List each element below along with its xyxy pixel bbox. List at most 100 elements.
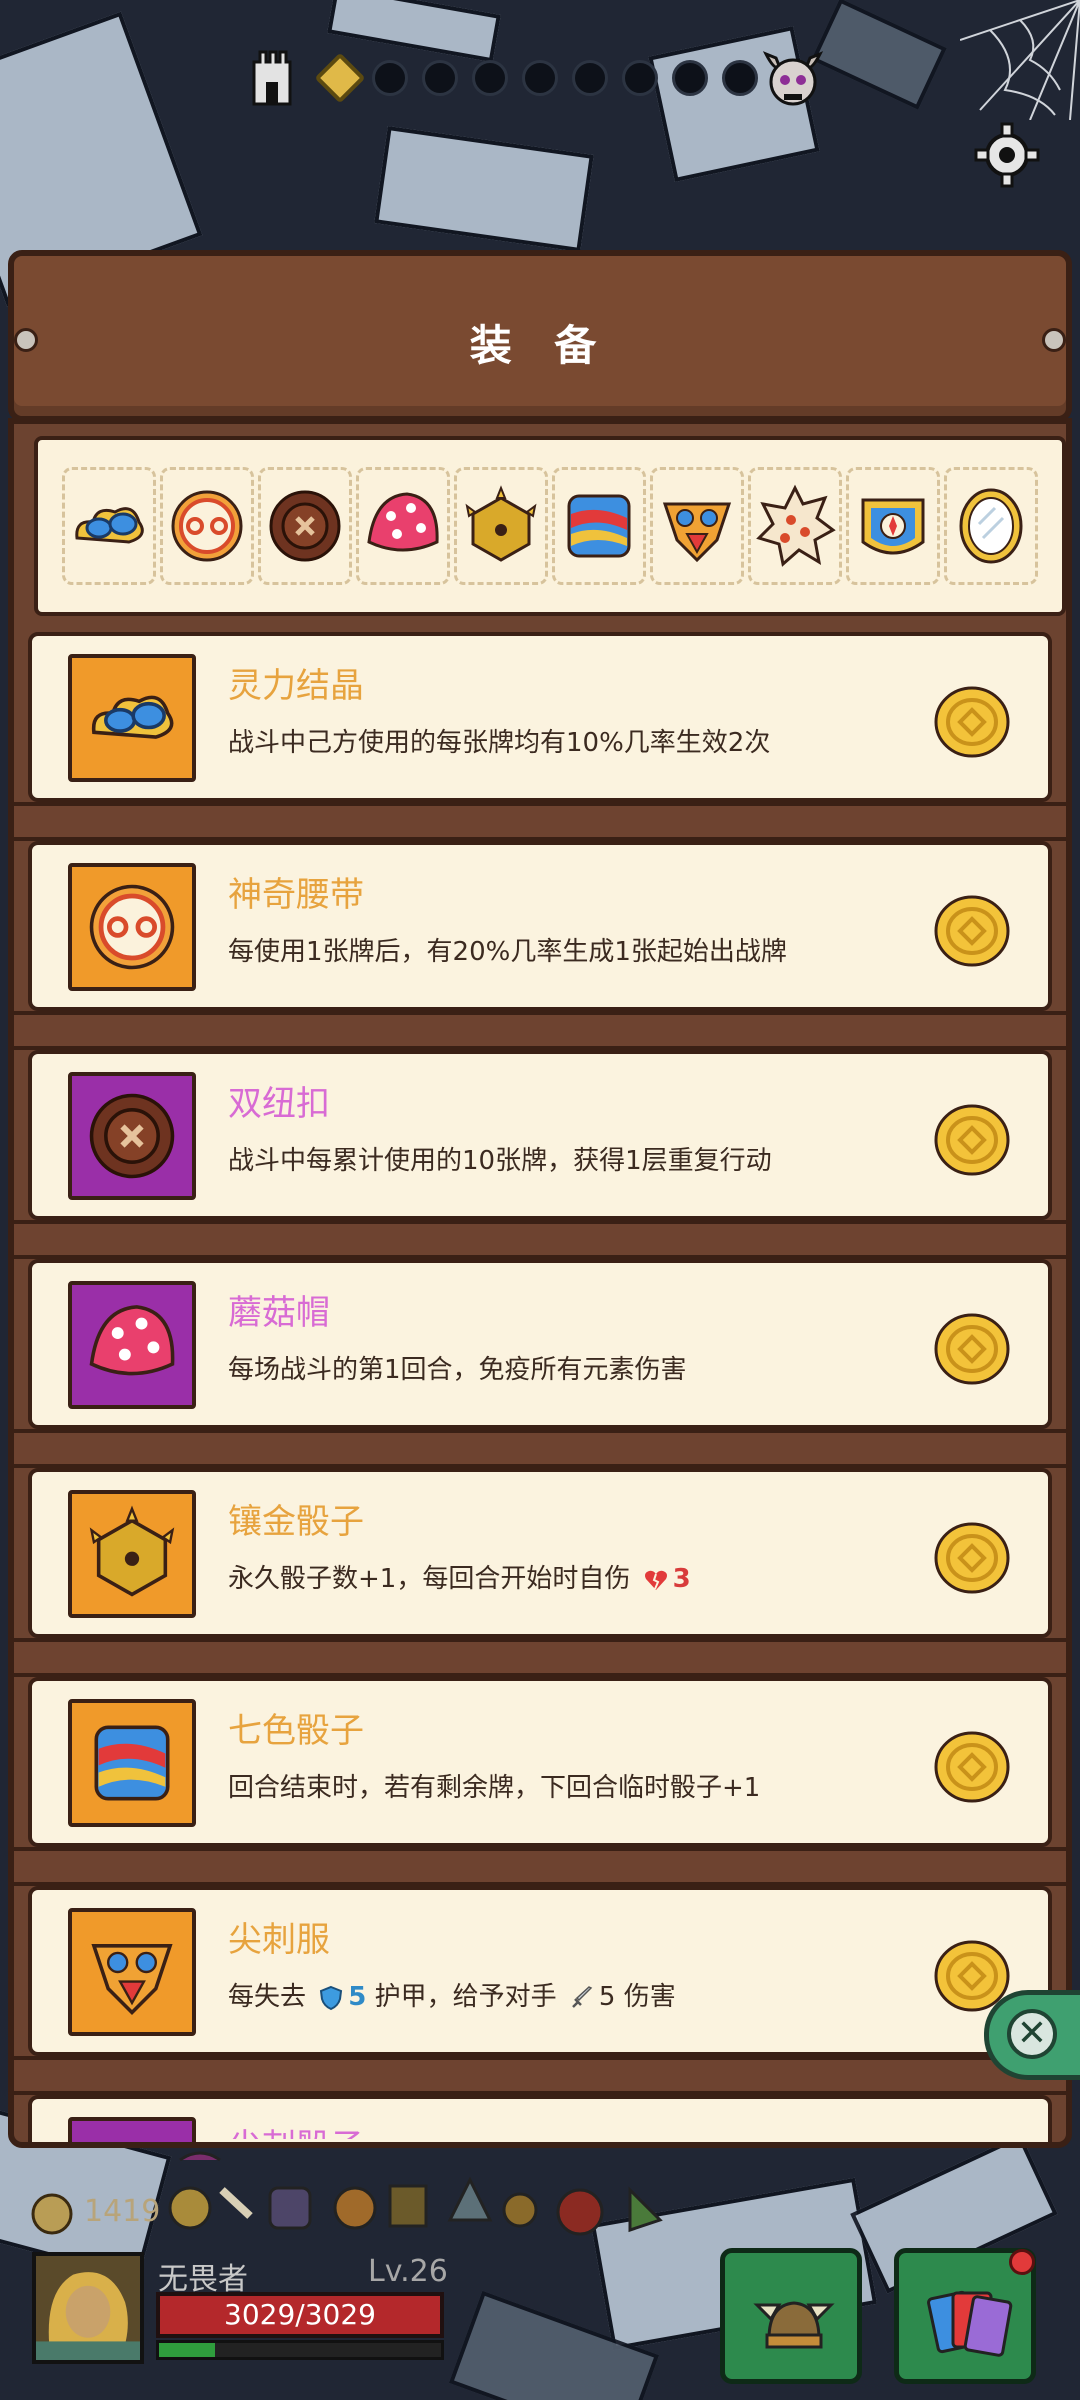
item-description: 永久骰子数+1，每回合开始时自伤 3 [228, 1558, 691, 1595]
double-button-icon [89, 1093, 175, 1179]
item-description: 每使用1张牌后，有20%几率生成1张起始出战牌 [228, 937, 787, 967]
progress-node [572, 60, 608, 96]
item-description-text: 永久骰子数+1，每回合开始时自伤 [228, 1564, 631, 1594]
progress-node [422, 60, 458, 96]
item-icon-frame [68, 654, 196, 782]
progress-nodes [314, 52, 758, 104]
hero-portrait-icon [36, 2256, 140, 2360]
equip-slot-spike-dice[interactable] [748, 467, 842, 585]
progress-node [722, 60, 758, 96]
wood-divider [14, 1847, 1066, 1886]
sword-icon [572, 1985, 593, 2008]
self-damage-value: 3 [672, 1564, 691, 1594]
stage-progress [0, 0, 1080, 188]
close-icon: ✕ [1007, 2009, 1057, 2059]
rainbow-dice-icon [94, 1725, 170, 1801]
deck-button[interactable] [894, 2248, 1036, 2384]
rainbow-dice-icon [567, 494, 631, 558]
shield-icon [320, 1985, 343, 2010]
hp-bar: 3029/3029 [156, 2292, 444, 2338]
progress-node [672, 60, 708, 96]
boss-skull-icon [762, 51, 824, 106]
gold-amount: 1419 [84, 2194, 161, 2229]
item-name: 镶金骰子 [228, 1502, 364, 1542]
equip-slot-spirit-crystal[interactable] [62, 467, 156, 585]
gold-coin-icon[interactable] [932, 1100, 1012, 1180]
spirit-crystal-icon [91, 695, 174, 739]
wood-divider [14, 1638, 1066, 1677]
item-description: 每场战斗的第1回合，免疫所有元素伤害 [228, 1355, 687, 1385]
item-icon-frame [68, 1699, 196, 1827]
progress-node [622, 60, 658, 96]
list-item[interactable]: 蘑菇帽 每场战斗的第1回合，免疫所有元素伤害 [28, 1259, 1052, 1429]
wood-divider [14, 1429, 1066, 1468]
item-icon-frame [68, 2117, 196, 2142]
double-button-icon [269, 490, 341, 562]
progress-node [522, 60, 558, 96]
panel-header: 装 备 [8, 250, 1072, 422]
wood-divider [14, 802, 1066, 841]
magic-belt-icon [89, 884, 175, 970]
item-description-text: 伤害 [623, 1982, 676, 2012]
equip-slot-rainbow-dice[interactable] [552, 467, 646, 585]
equipment-list: 灵力结晶 战斗中己方使用的每张牌均有10%几率生效2次 神奇腰带 每使用1张牌后… [14, 632, 1066, 2142]
spike-armor-icon [662, 502, 732, 563]
item-description: 回合结束时，若有剩余牌，下回合临时骰子+1 [228, 1773, 761, 1803]
item-icon-frame [68, 1281, 196, 1409]
equip-slot-spike-armor[interactable] [650, 467, 744, 585]
list-item[interactable]: 镶金骰子 永久骰子数+1，每回合开始时自伤 3 [28, 1468, 1052, 1638]
relic-tray-icon [168, 2151, 663, 2236]
magic-belt-icon [171, 490, 243, 562]
equipped-items-strip [34, 436, 1066, 616]
spike-dice-icon [756, 484, 836, 567]
list-item[interactable]: 尖刺服 每失去 5 护甲，给予对手 5 伤害 [28, 1886, 1052, 2056]
item-icon-frame [68, 1072, 196, 1200]
close-button[interactable]: ✕ [984, 1990, 1080, 2080]
list-item[interactable]: 神奇腰带 每使用1张牌后，有20%几率生成1张起始出战牌 [28, 841, 1052, 1011]
broken-heart-icon [644, 1570, 667, 1590]
gold-coin-icon[interactable] [932, 1518, 1012, 1598]
hero-level: Lv.26 [368, 2254, 448, 2289]
gold-coin-icon[interactable] [932, 1727, 1012, 1807]
item-name: 神奇腰带 [228, 875, 364, 915]
notification-badge [1009, 2249, 1035, 2275]
list-item[interactable]: 灵力结晶 战斗中己方使用的每张牌均有10%几率生效2次 [28, 632, 1052, 802]
gold-coin-icon[interactable] [932, 891, 1012, 971]
viking-helmet-icon [753, 2301, 835, 2349]
item-description: 战斗中己方使用的每张牌均有10%几率生效2次 [228, 728, 771, 758]
item-name: 蘑菇帽 [228, 1293, 330, 1333]
list-item[interactable]: 双纽扣 战斗中每累计使用的10张牌，获得1层重复行动 [28, 1050, 1052, 1220]
gold-coin-icon[interactable] [932, 1309, 1012, 1389]
gold-coin-icon[interactable] [932, 682, 1012, 762]
mushroom-cap-icon [89, 1305, 175, 1376]
wood-divider [14, 2056, 1066, 2095]
gilded-dice-icon [89, 1505, 175, 1597]
progress-node [472, 60, 508, 96]
item-description: 战斗中每累计使用的10张牌，获得1层重复行动 [228, 1146, 772, 1176]
progress-node-current [314, 52, 366, 104]
avatar[interactable] [32, 2252, 144, 2364]
gold-coin-icon [31, 2193, 73, 2235]
armor-value: 5 [348, 1982, 367, 2012]
settings-gear-icon[interactable] [972, 120, 1042, 190]
list-item[interactable]: 七色骰子 回合结束时，若有剩余牌，下回合临时骰子+1 [28, 1677, 1052, 1847]
item-icon-frame [68, 863, 196, 991]
equip-slot-double-button[interactable] [258, 467, 352, 585]
equip-slot-magic-belt[interactable] [160, 467, 254, 585]
compass-armor-icon [861, 498, 925, 555]
list-item[interactable]: 尖刺骰子 [28, 2095, 1052, 2142]
equip-slot-mushroom-cap[interactable] [356, 467, 450, 585]
mirror-icon [959, 488, 1023, 564]
item-description: 每失去 5 护甲，给予对手 5 伤害 [228, 1976, 676, 2013]
spirit-crystal-icon [75, 507, 144, 544]
equip-slot-mirror[interactable] [944, 467, 1038, 585]
item-name: 尖刺服 [228, 1920, 330, 1960]
item-icon-frame [68, 1490, 196, 1618]
panel-title: 装 备 [469, 321, 611, 370]
equip-slot-compass-armor[interactable] [846, 467, 940, 585]
equip-slot-gilded-dice[interactable] [454, 467, 548, 585]
spike-armor-icon [91, 1944, 173, 2016]
mushroom-cap-icon [367, 492, 439, 552]
item-name: 七色骰子 [228, 1711, 364, 1751]
hero-button[interactable] [720, 2248, 862, 2384]
